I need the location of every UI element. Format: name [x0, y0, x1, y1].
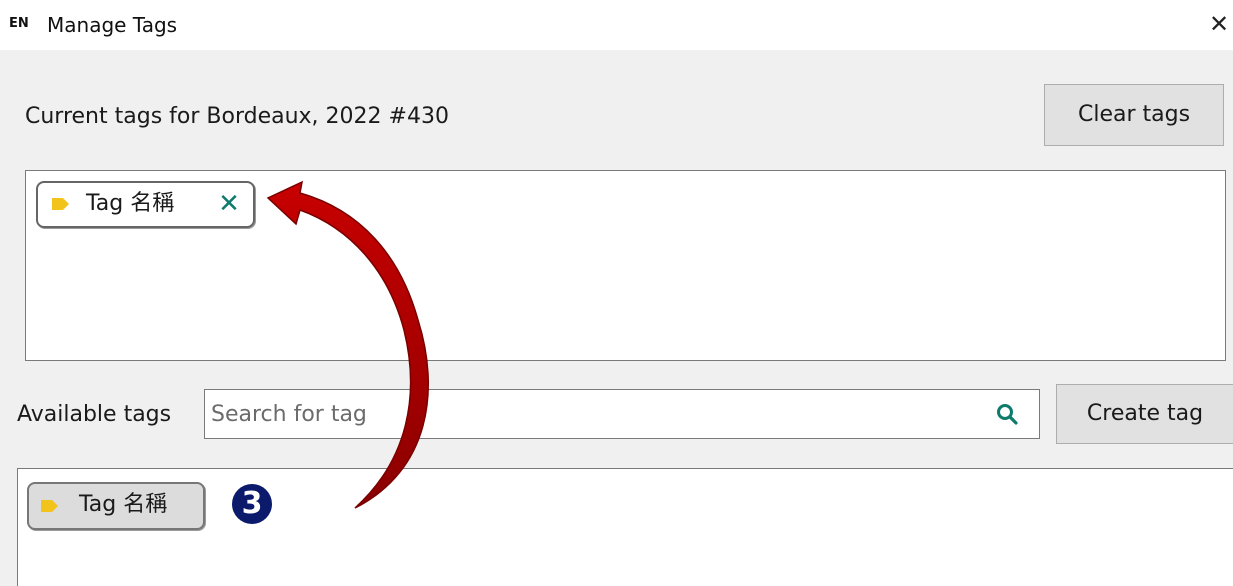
search-input[interactable] [211, 394, 971, 434]
current-tag-chip[interactable]: Tag 名稱 ✕ [36, 181, 255, 228]
available-tag-label: Tag 名稱 [79, 492, 168, 517]
close-icon[interactable]: ✕ [1205, 9, 1233, 39]
tag-icon [41, 500, 58, 512]
window-title: Manage Tags [47, 13, 178, 37]
search-icon[interactable] [995, 402, 1019, 426]
current-tag-label: Tag 名稱 [86, 191, 175, 216]
remove-tag-icon[interactable]: ✕ [216, 184, 242, 224]
available-tags-label: Available tags [17, 402, 172, 427]
current-tags-label: Current tags for Bordeaux, 2022 #430 [25, 104, 449, 129]
create-tag-button[interactable]: Create tag [1056, 384, 1233, 444]
step-number-badge: 3 [232, 484, 272, 524]
title-bar: EN Manage Tags ✕ [0, 0, 1233, 50]
tag-icon [52, 198, 69, 210]
available-tag-chip[interactable]: Tag 名稱 [27, 482, 205, 530]
app-logo: EN [9, 16, 29, 31]
search-field[interactable] [204, 389, 1040, 439]
clear-tags-button[interactable]: Clear tags [1044, 84, 1224, 146]
